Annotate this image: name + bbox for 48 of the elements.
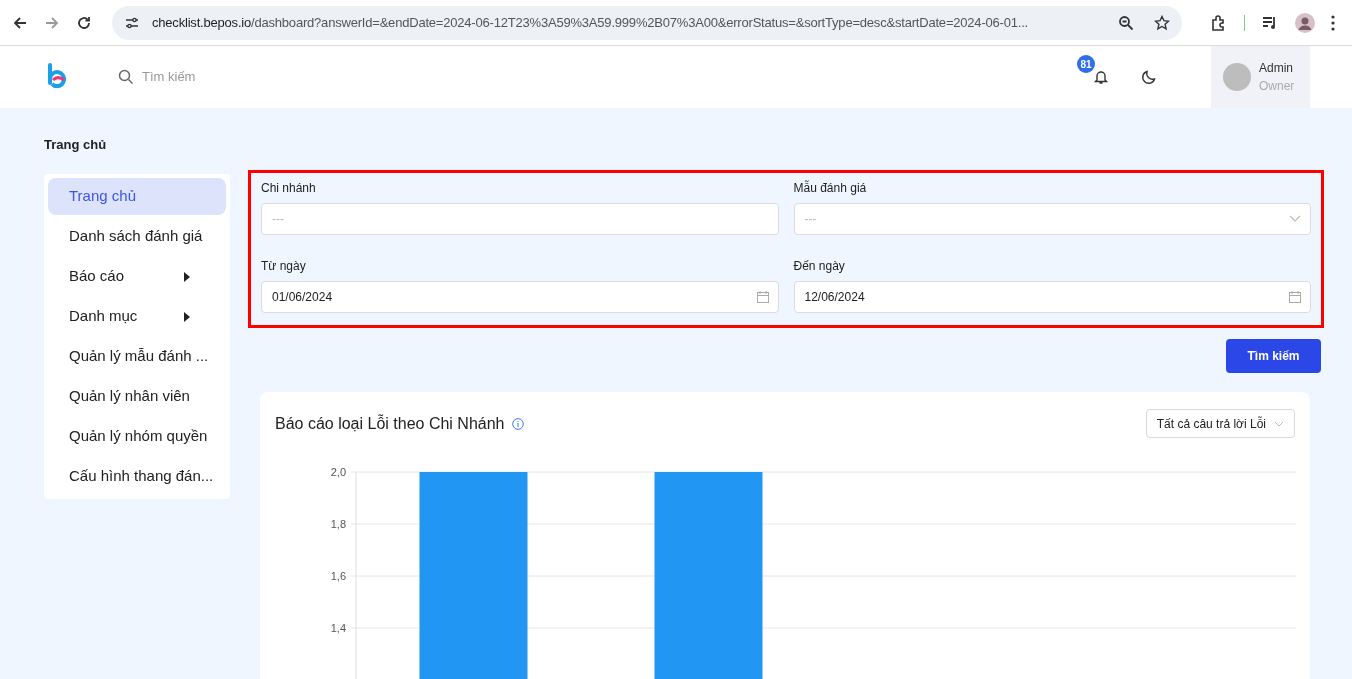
bookmark-star-icon[interactable] bbox=[1154, 14, 1170, 31]
breadcrumb: Trang chủ bbox=[44, 136, 107, 154]
field-label: Đến ngày bbox=[793, 258, 846, 273]
y-axis-label: 1,6 bbox=[330, 570, 346, 582]
dark-mode-moon-icon[interactable] bbox=[1141, 69, 1157, 85]
y-axis-label: 2,0 bbox=[330, 466, 346, 478]
y-axis-label: 1,4 bbox=[330, 622, 346, 634]
date-field[interactable]: 12/06/2024 bbox=[793, 281, 1311, 313]
menu-icon[interactable] bbox=[1331, 14, 1335, 31]
select-field[interactable]: --- bbox=[793, 203, 1311, 235]
reload-icon[interactable] bbox=[76, 14, 92, 31]
sidebar-item[interactable]: Báo cáo bbox=[48, 258, 226, 295]
y-axis-label: 1,8 bbox=[330, 518, 346, 530]
field-label: Chi nhánh bbox=[261, 180, 317, 195]
zoom-icon[interactable] bbox=[1118, 14, 1134, 31]
user-name: Admin bbox=[1259, 60, 1294, 77]
field-label: Mẫu đánh giá bbox=[793, 179, 868, 195]
sidebar-item[interactable]: Quản lý nhóm quyền bbox=[48, 418, 226, 455]
date-field[interactable]: 01/06/2024 bbox=[261, 281, 779, 313]
user-panel[interactable]: Admin Owner bbox=[1211, 46, 1310, 108]
sidebar-item[interactable]: Danh mục bbox=[48, 298, 226, 335]
search-icon bbox=[118, 69, 134, 85]
user-role: Owner bbox=[1259, 78, 1295, 95]
notification-bell-icon[interactable] bbox=[1093, 69, 1109, 85]
profile-avatar-icon[interactable] bbox=[1295, 12, 1315, 33]
field-label: Từ ngày bbox=[261, 258, 307, 273]
input-field[interactable]: --- bbox=[261, 203, 779, 235]
sidebar-item[interactable]: Quản lý mẫu đánh ... bbox=[48, 338, 226, 375]
back-icon[interactable] bbox=[12, 14, 28, 31]
answer-filter-dropdown[interactable]: Tất cả câu trả lời Lỗi bbox=[1145, 409, 1295, 438]
calendar-icon bbox=[756, 291, 769, 303]
forward-icon[interactable] bbox=[44, 14, 60, 31]
logo-icon[interactable] bbox=[46, 63, 68, 91]
search-field[interactable]: Tìm kiếm bbox=[142, 67, 342, 87]
chevron-down-icon bbox=[1274, 420, 1284, 427]
calendar-icon bbox=[1289, 291, 1301, 303]
user-avatar bbox=[1223, 63, 1251, 91]
sidebar-item[interactable]: Quản lý nhân viên bbox=[48, 378, 226, 415]
sidebar-item[interactable]: Cấu hình thang đán... bbox=[48, 458, 226, 495]
sidebar-item[interactable]: Trang chủ bbox=[48, 178, 226, 215]
address-bar[interactable]: checklist.bepos.io/dashboard?answerId=&endDate=2024-06-12T23%3A59%3A59.999%2B07%3A00&errorStatus=&sortType=desc&startDate=2024-06-01... bbox=[112, 5, 1182, 40]
sidebar-item[interactable]: Danh sách đánh giá bbox=[48, 218, 226, 255]
info-icon[interactable] bbox=[511, 417, 524, 430]
search-button[interactable]: Tìm kiếm bbox=[1226, 339, 1321, 373]
chevron-down-icon bbox=[1289, 215, 1301, 223]
report-title: Báo cáo loại Lỗi theo Chi Nhánh bbox=[275, 413, 505, 434]
notification-count: 81 bbox=[1077, 55, 1095, 73]
url-text: checklist.bepos.io/dashboard?answerId=&endDate=2024-06-12T23%3A59%3A59.999%2B07%3A00&errorStatus=&sortType=desc&startDate=2024-06-01... bbox=[152, 13, 1029, 32]
